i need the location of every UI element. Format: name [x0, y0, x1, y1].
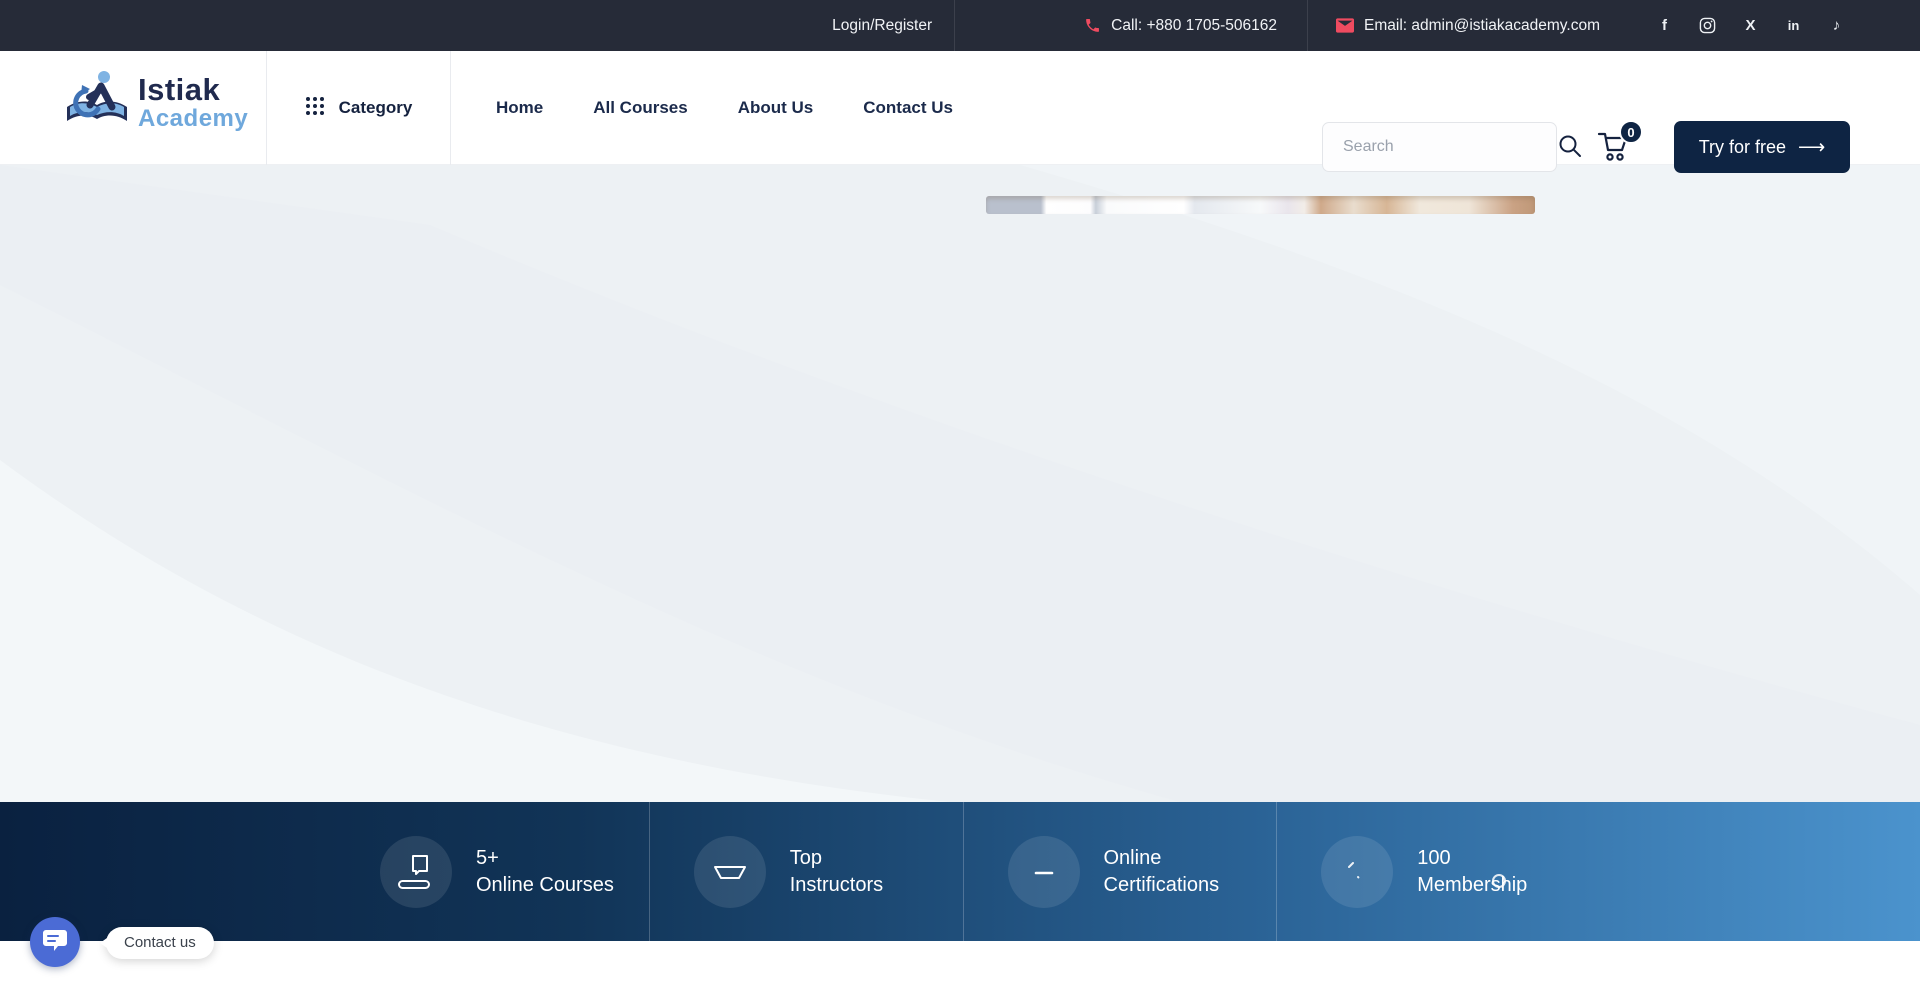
try-for-free-button[interactable]: Try for free ⟶ — [1674, 121, 1850, 173]
email-icon — [1336, 17, 1354, 35]
instructors-icon — [694, 836, 766, 908]
category-label: Category — [339, 98, 413, 118]
hero-section — [0, 165, 1920, 802]
nav-item-about-us[interactable]: About Us — [738, 98, 814, 118]
nav-item-contact-us[interactable]: Contact Us — [863, 98, 953, 118]
stat-online-courses: 5+ Online Courses — [330, 802, 649, 941]
search-box — [1322, 122, 1557, 172]
email-contact[interactable]: Email: admin@istiakacademy.com — [1308, 17, 1600, 35]
logo-title: Istiak — [138, 74, 248, 105]
category-menu-button[interactable]: Category — [266, 51, 451, 165]
phone-contact[interactable]: Call: +880 1705-506162 — [955, 17, 1307, 35]
stat-label: Membership — [1417, 872, 1527, 899]
stat-label: Instructors — [790, 872, 883, 899]
logo-mark-icon — [64, 69, 130, 136]
social-links: f X in ♪ — [1656, 17, 1845, 35]
nav-item-home[interactable]: Home — [496, 98, 543, 118]
search-icon — [1558, 134, 1582, 161]
membership-icon — [1321, 836, 1393, 908]
stat-value: Top — [790, 845, 883, 872]
stat-top-instructors: Top Instructors — [649, 802, 963, 941]
chat-tooltip[interactable]: Contact us — [106, 927, 214, 959]
logo-subtitle: Academy — [138, 107, 248, 131]
main-header: Istiak Academy Category Home All Courses… — [0, 51, 1920, 165]
topbar: Login/Register Call: +880 1705-506162 Em… — [0, 0, 1920, 51]
cart-button[interactable]: 0 — [1597, 130, 1633, 166]
stat-label: Certifications — [1104, 872, 1220, 899]
stat-value: 5+ — [476, 845, 614, 872]
search-button[interactable] — [1558, 123, 1582, 171]
cart-icon — [1597, 149, 1631, 166]
stats-band: 5+ Online Courses Top Instructors — [0, 802, 1920, 941]
grid-menu-icon — [305, 96, 325, 121]
background-swoosh — [0, 165, 1920, 802]
chat-launcher-button[interactable] — [30, 917, 80, 967]
search-input[interactable] — [1323, 138, 1558, 156]
instagram-icon[interactable] — [1699, 17, 1716, 35]
chat-bubble-icon — [42, 928, 68, 957]
stat-membership: 100 Membership — [1276, 802, 1590, 941]
linkedin-icon[interactable]: in — [1785, 17, 1802, 35]
phone-icon — [1083, 17, 1101, 35]
nav-item-all-courses[interactable]: All Courses — [593, 98, 687, 118]
login-register-link[interactable]: Login/Register — [832, 17, 932, 35]
logo[interactable]: Istiak Academy — [64, 69, 248, 136]
stat-value: Online — [1104, 845, 1220, 872]
arrow-right-icon: ⟶ — [1798, 138, 1825, 157]
email-address-text: Email: admin@istiakacademy.com — [1364, 17, 1600, 35]
decorative-circle — [1492, 874, 1506, 888]
phone-number-text: Call: +880 1705-506162 — [1111, 17, 1277, 35]
tiktok-icon[interactable]: ♪ — [1828, 17, 1845, 35]
stat-online-certifications: Online Certifications — [963, 802, 1277, 941]
cta-label: Try for free — [1699, 137, 1786, 158]
stat-label: Online Courses — [476, 872, 614, 899]
x-twitter-icon[interactable]: X — [1742, 17, 1759, 35]
partial-hero-image — [986, 196, 1535, 214]
certifications-icon — [1008, 836, 1080, 908]
online-courses-icon — [380, 836, 452, 908]
footer-strip — [0, 941, 1920, 993]
stats-container: 5+ Online Courses Top Instructors — [330, 802, 1590, 941]
main-nav: Home All Courses About Us Contact Us — [496, 51, 953, 165]
facebook-icon[interactable]: f — [1656, 17, 1673, 35]
cart-count-badge: 0 — [1619, 120, 1643, 144]
stat-value: 100 — [1417, 845, 1527, 872]
